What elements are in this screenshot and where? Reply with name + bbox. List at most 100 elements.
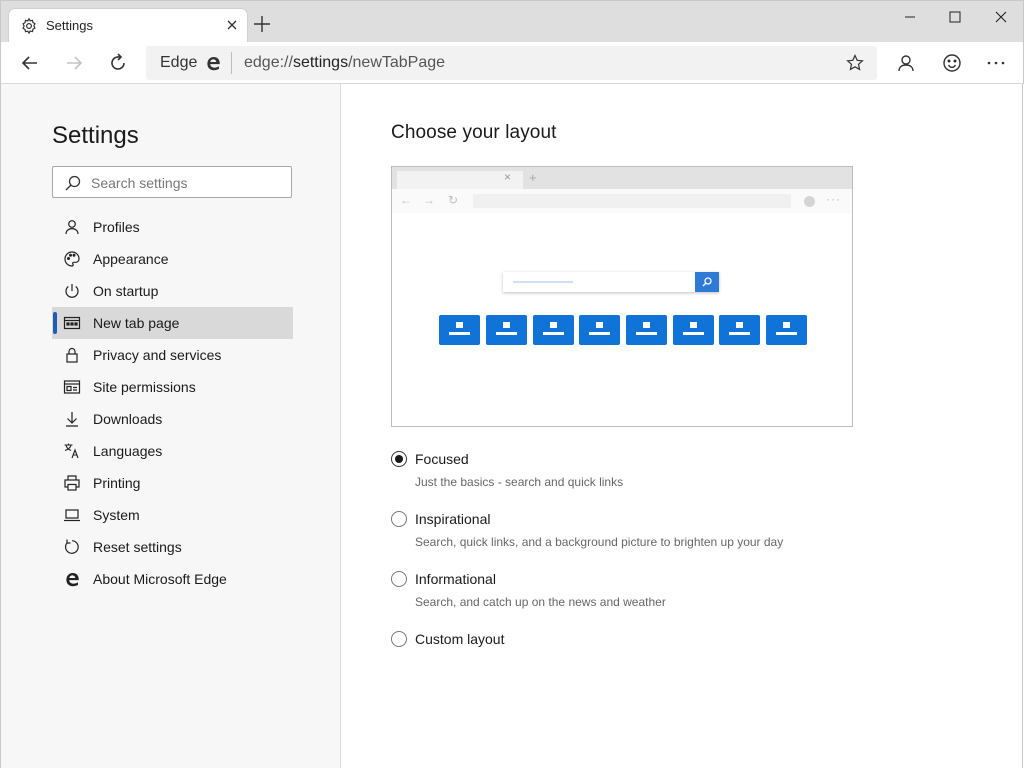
tab-settings[interactable]: Settings (9, 9, 247, 43)
sidebar-item-label: Privacy and services (93, 347, 222, 363)
maximize-icon[interactable] (932, 5, 978, 33)
sidebar-item-reset-settings[interactable]: Reset settings (52, 531, 293, 563)
printer-icon (64, 475, 80, 491)
more-options-icon[interactable] (983, 50, 1009, 76)
radio-custom[interactable] (391, 631, 407, 647)
languages-icon (64, 443, 79, 459)
preview-search-text (513, 281, 573, 283)
url-host: settings (292, 54, 349, 71)
site-permissions-icon (63, 380, 81, 394)
sidebar-item-on-startup[interactable]: On startup (52, 275, 293, 307)
settings-sidebar: Settings Profiles Appearance On startup (0, 84, 341, 768)
download-icon (66, 412, 78, 427)
option-description: Search, quick links, and a background pi… (415, 535, 784, 549)
sidebar-item-profiles[interactable]: Profiles (52, 211, 293, 243)
preview-tabstrip: × + (392, 167, 852, 189)
sidebar-item-site-permissions[interactable]: Site permissions (52, 371, 293, 403)
preview-address-bar (473, 194, 791, 208)
lock-icon (66, 347, 78, 363)
site-identity[interactable]: Edge (160, 54, 197, 72)
sidebar-item-label: On startup (93, 283, 159, 299)
browser-toolbar: Edge edge://settings/newTabPage (0, 42, 1024, 84)
option-label: Focused (415, 451, 469, 467)
address-bar[interactable]: Edge edge://settings/newTabPage (146, 46, 877, 80)
close-tab-icon[interactable] (223, 16, 241, 34)
preview-quick-link-tile (626, 315, 667, 345)
url-text[interactable]: edge://settings/newTabPage (244, 54, 445, 72)
preview-quick-link-tile (719, 315, 760, 345)
sidebar-title: Settings (52, 122, 139, 149)
minimize-icon[interactable] (887, 5, 933, 33)
preview-quick-link-tile (533, 315, 574, 345)
preview-quick-link-tile (579, 315, 620, 345)
title-bar: Settings (0, 0, 1024, 43)
person-icon (65, 220, 79, 235)
edge-logo-icon (207, 57, 220, 71)
preview-search-icon (702, 277, 712, 287)
sidebar-item-label: Reset settings (93, 539, 182, 555)
window-close-icon[interactable] (978, 5, 1024, 33)
preview-toolbar: ← → ↻ ··· (392, 189, 852, 213)
page-title: Choose your layout (391, 122, 557, 143)
sidebar-item-new-tab-page[interactable]: New tab page (52, 307, 293, 339)
search-icon (65, 175, 81, 191)
url-scheme: edge:// (244, 54, 293, 71)
settings-nav: Profiles Appearance On startup New tab p… (52, 211, 293, 595)
address-separator (231, 52, 232, 74)
sidebar-item-printing[interactable]: Printing (52, 467, 293, 499)
preview-quick-link-tile (439, 315, 480, 345)
edge-logo-icon (66, 573, 79, 587)
back-arrow-icon[interactable] (17, 50, 43, 76)
reset-icon (64, 539, 79, 554)
sidebar-item-downloads[interactable]: Downloads (52, 403, 293, 435)
new-tab-page-icon (63, 316, 81, 330)
sidebar-item-label: New tab page (93, 315, 180, 331)
palette-icon (64, 251, 80, 267)
main-content: Choose your layout × + ← → ↻ ··· Focused… (342, 84, 1023, 768)
option-description: Search, and catch up on the news and wea… (415, 595, 666, 609)
preview-search-button (695, 272, 719, 292)
radio-informational[interactable] (391, 571, 407, 587)
sidebar-item-label: Languages (93, 443, 163, 459)
preview-plus-icon: + (529, 170, 537, 185)
sidebar-item-label: Appearance (93, 251, 169, 267)
gear-icon (22, 17, 36, 35)
option-description: Just the basics - search and quick links (415, 475, 624, 489)
refresh-icon[interactable] (105, 50, 131, 76)
url-path: /newTabPage (348, 54, 446, 71)
preview-refresh-icon: ↻ (448, 193, 459, 207)
radio-focused[interactable] (391, 451, 407, 467)
preview-forward-icon: → (423, 193, 435, 207)
preview-more-icon: ··· (826, 192, 841, 206)
radio-inspirational[interactable] (391, 511, 407, 527)
sidebar-item-system[interactable]: System (52, 499, 293, 531)
search-box[interactable] (52, 166, 292, 198)
option-label: Informational (415, 571, 496, 587)
tab-title: Settings (46, 18, 93, 33)
sidebar-item-label: Downloads (93, 411, 163, 427)
profile-icon[interactable] (893, 50, 919, 76)
sidebar-item-about-edge[interactable]: About Microsoft Edge (52, 563, 293, 595)
preview-back-icon: ← (400, 193, 412, 207)
sidebar-item-label: System (93, 507, 140, 523)
feedback-smiley-icon[interactable] (939, 50, 965, 76)
laptop-icon (64, 509, 80, 522)
search-input[interactable] (91, 173, 281, 193)
preview-quick-link-tile (673, 315, 714, 345)
sidebar-item-appearance[interactable]: Appearance (52, 243, 293, 275)
layout-preview: × + ← → ↻ ··· (391, 166, 853, 427)
new-tab-button[interactable] (251, 13, 273, 35)
preview-quick-link-tile (766, 315, 807, 345)
favorite-star-icon[interactable] (845, 53, 865, 73)
sidebar-item-label: Profiles (93, 219, 140, 235)
option-label: Inspirational (415, 511, 491, 527)
preview-quick-link-tile (486, 315, 527, 345)
sidebar-item-privacy[interactable]: Privacy and services (52, 339, 293, 371)
preview-search-box (503, 272, 719, 292)
sidebar-item-label: Site permissions (93, 379, 196, 395)
preview-close-icon: × (504, 170, 512, 184)
forward-arrow-icon[interactable] (61, 50, 87, 76)
power-icon (65, 284, 79, 298)
sidebar-item-label: Printing (93, 475, 141, 491)
sidebar-item-languages[interactable]: Languages (52, 435, 293, 467)
